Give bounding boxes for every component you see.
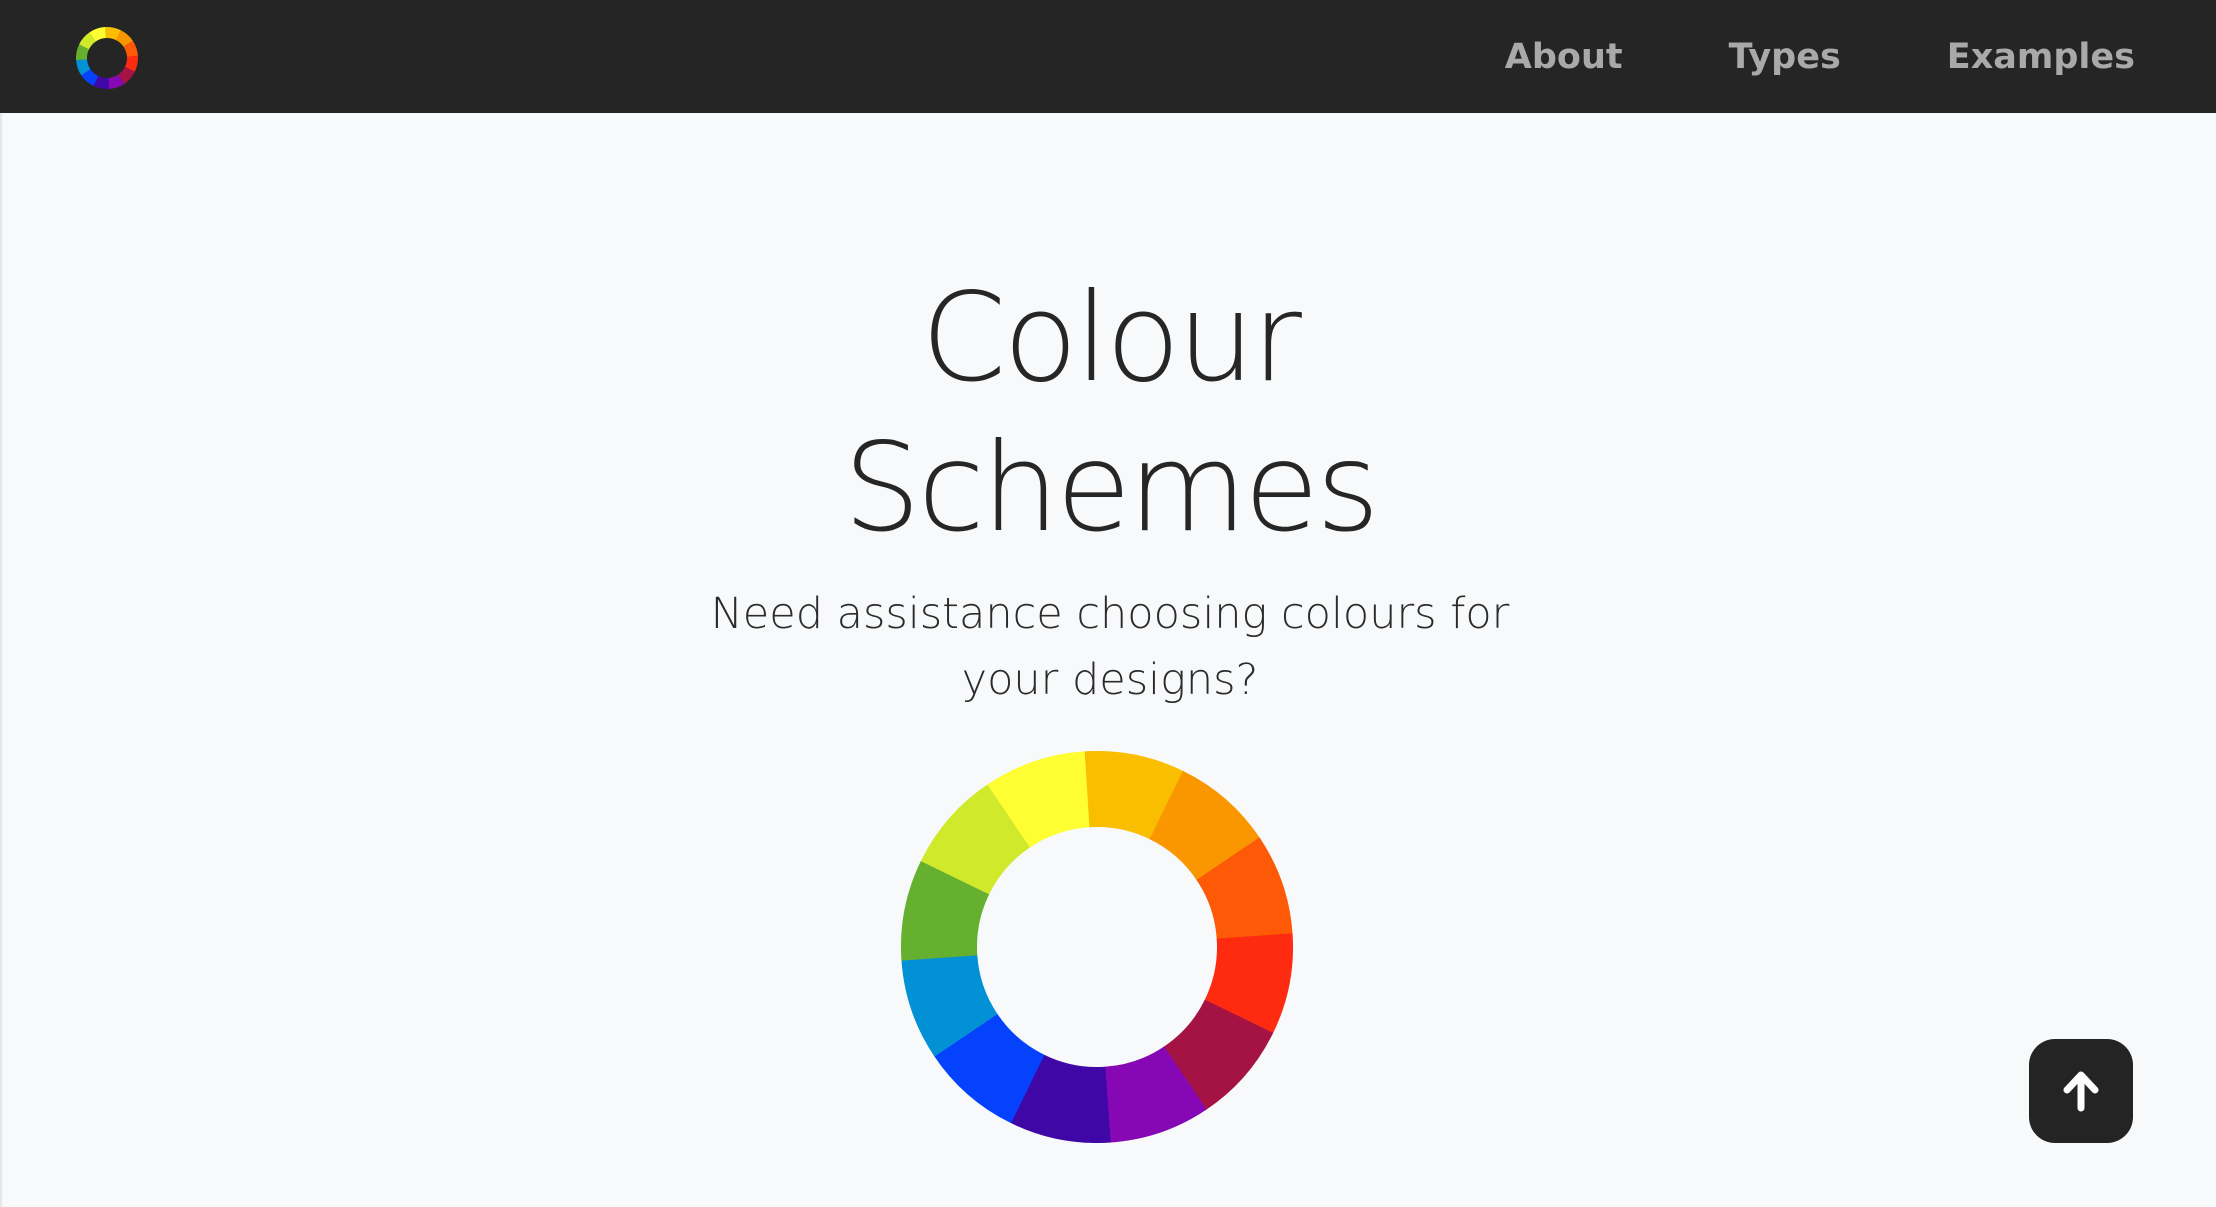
hero-subtitle-line-1: Need assistance choosing colours for — [710, 589, 1510, 639]
colour-wheel-logo-icon[interactable] — [76, 27, 138, 89]
arrow-up-icon — [2063, 1071, 2099, 1112]
nav-links: About Types Examples — [1505, 0, 2135, 113]
hero-subtitle: Need assistance choosing colours for you… — [2, 581, 2216, 713]
page-title-line-2: Schemes — [843, 417, 1379, 559]
nav-link-types[interactable]: Types — [1729, 37, 1841, 77]
hero-subtitle-line-2: your designs? — [961, 655, 1259, 705]
navbar: About Types Examples — [0, 0, 2216, 113]
nav-link-examples[interactable]: Examples — [1947, 37, 2135, 77]
scroll-to-top-button[interactable] — [2029, 1039, 2133, 1143]
nav-link-about[interactable]: About — [1505, 37, 1623, 77]
hero-section: Colour Schemes Need assistance choosing … — [0, 113, 2216, 1207]
page-title: Colour Schemes — [2, 263, 2216, 563]
colour-wheel-illustration — [901, 751, 1293, 1143]
page-title-line-1: Colour — [921, 267, 1302, 409]
